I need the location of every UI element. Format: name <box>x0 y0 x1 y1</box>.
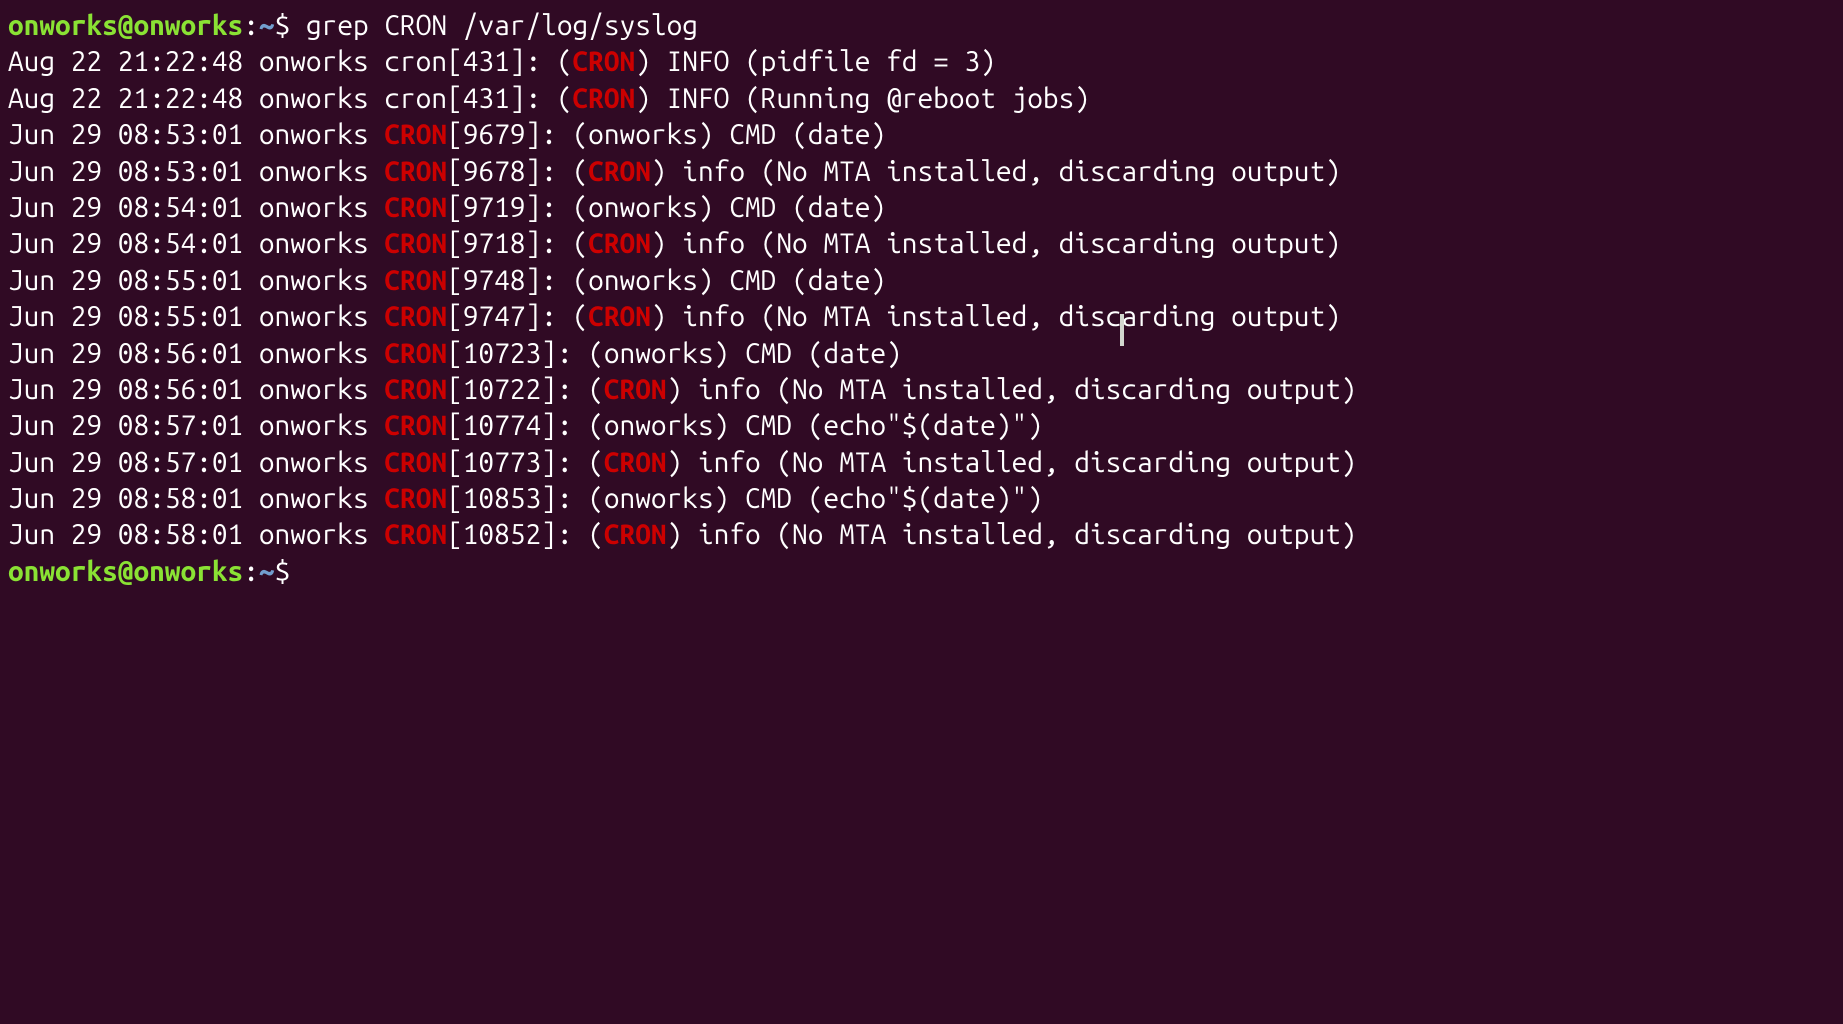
log-text: Jun 29 08:53:01 onworks <box>8 156 384 187</box>
log-text: Jun 29 08:56:01 onworks <box>8 338 384 369</box>
grep-match: CRON <box>384 483 447 514</box>
log-text: Jun 29 08:54:01 onworks <box>8 228 384 259</box>
log-text: Jun 29 08:55:01 onworks <box>8 301 384 332</box>
log-text: Aug 22 21:22:48 onworks cron[431]: ( <box>8 46 572 77</box>
log-text: Jun 29 08:54:01 onworks <box>8 192 384 223</box>
log-line: Jun 29 08:54:01 onworks CRON[9718]: (CRO… <box>8 226 1835 262</box>
log-line: Jun 29 08:53:01 onworks CRON[9678]: (CRO… <box>8 154 1835 190</box>
log-text: [9747]: ( <box>447 301 588 332</box>
log-text: Jun 29 08:55:01 onworks <box>8 265 384 296</box>
log-line: Jun 29 08:55:01 onworks CRON[9747]: (CRO… <box>8 299 1835 335</box>
grep-match: CRON <box>384 338 447 369</box>
grep-match: CRON <box>384 265 447 296</box>
grep-match: CRON <box>588 228 651 259</box>
text-cursor-icon <box>1120 314 1124 346</box>
prompt-dollar: $ <box>275 10 291 41</box>
log-line: Jun 29 08:56:01 onworks CRON[10723]: (on… <box>8 336 1835 372</box>
log-line: Jun 29 08:53:01 onworks CRON[9679]: (onw… <box>8 117 1835 153</box>
prompt-user-host: onworks@onworks <box>8 10 243 41</box>
log-line: Jun 29 08:56:01 onworks CRON[10722]: (CR… <box>8 372 1835 408</box>
log-text: [10773]: ( <box>447 447 604 478</box>
log-text: [9679]: (onworks) CMD (date) <box>447 119 886 150</box>
log-text: Jun 29 08:58:01 onworks <box>8 519 384 550</box>
log-text: [9748]: (onworks) CMD (date) <box>447 265 886 296</box>
log-text: Jun 29 08:57:01 onworks <box>8 410 384 441</box>
prompt-user-host-2: onworks@onworks <box>8 556 243 587</box>
grep-match: CRON <box>384 410 447 441</box>
prompt-dollar-2: $ <box>275 556 291 587</box>
grep-match: CRON <box>384 447 447 478</box>
log-text: ) info (No MTA installed, discarding out… <box>651 228 1341 259</box>
grep-match: CRON <box>572 46 635 77</box>
log-line: Jun 29 08:58:01 onworks CRON[10853]: (on… <box>8 481 1835 517</box>
log-text: Jun 29 08:56:01 onworks <box>8 374 384 405</box>
grep-match: CRON <box>604 519 667 550</box>
grep-match: CRON <box>572 83 635 114</box>
grep-match: CRON <box>604 447 667 478</box>
log-line: Aug 22 21:22:48 onworks cron[431]: (CRON… <box>8 44 1835 80</box>
log-line: Jun 29 08:54:01 onworks CRON[9719]: (onw… <box>8 190 1835 226</box>
log-output-block: Aug 22 21:22:48 onworks cron[431]: (CRON… <box>8 44 1835 553</box>
prompt-colon-2: : <box>243 556 259 587</box>
log-text: ) info (No MTA installed, discarding out… <box>651 301 1341 332</box>
log-text: [10852]: ( <box>447 519 604 550</box>
log-text: Jun 29 08:58:01 onworks <box>8 483 384 514</box>
log-line: Jun 29 08:55:01 onworks CRON[9748]: (onw… <box>8 263 1835 299</box>
log-line: Jun 29 08:57:01 onworks CRON[10774]: (on… <box>8 408 1835 444</box>
log-text: Aug 22 21:22:48 onworks cron[431]: ( <box>8 83 572 114</box>
grep-match: CRON <box>384 156 447 187</box>
log-text: Jun 29 08:57:01 onworks <box>8 447 384 478</box>
grep-match: CRON <box>384 192 447 223</box>
command-text <box>290 10 306 41</box>
grep-match: CRON <box>384 228 447 259</box>
log-text: [10723]: (onworks) CMD (date) <box>447 338 902 369</box>
log-text: ) info (No MTA installed, discarding out… <box>667 374 1357 405</box>
command-input: grep CRON /var/log/syslog <box>306 10 698 41</box>
log-text: ) INFO (Running @reboot jobs) <box>635 83 1090 114</box>
log-text: ) info (No MTA installed, discarding out… <box>667 447 1357 478</box>
grep-match: CRON <box>384 519 447 550</box>
log-text: [9719]: (onworks) CMD (date) <box>447 192 886 223</box>
log-text: ) INFO (pidfile fd = 3) <box>635 46 996 77</box>
terminal-output[interactable]: onworks@onworks:~$ grep CRON /var/log/sy… <box>8 8 1835 590</box>
log-text: ) info (No MTA installed, discarding out… <box>667 519 1357 550</box>
grep-match: CRON <box>588 156 651 187</box>
prompt-path: ~ <box>259 10 275 41</box>
grep-match: CRON <box>604 374 667 405</box>
log-text: [10853]: (onworks) CMD (echo"$(date)") <box>447 483 1043 514</box>
grep-match: CRON <box>384 301 447 332</box>
log-text: ) info (No MTA installed, discarding out… <box>651 156 1341 187</box>
prompt-path-2: ~ <box>259 556 275 587</box>
log-line: Aug 22 21:22:48 onworks cron[431]: (CRON… <box>8 81 1835 117</box>
grep-match: CRON <box>384 119 447 150</box>
log-text: Jun 29 08:53:01 onworks <box>8 119 384 150</box>
grep-match: CRON <box>384 374 447 405</box>
prompt-colon: : <box>243 10 259 41</box>
log-line: Jun 29 08:58:01 onworks CRON[10852]: (CR… <box>8 517 1835 553</box>
grep-match: CRON <box>588 301 651 332</box>
log-text: [10722]: ( <box>447 374 604 405</box>
log-text: [9718]: ( <box>447 228 588 259</box>
log-line: Jun 29 08:57:01 onworks CRON[10773]: (CR… <box>8 445 1835 481</box>
log-text: [10774]: (onworks) CMD (echo"$(date)") <box>447 410 1043 441</box>
log-text: [9678]: ( <box>447 156 588 187</box>
